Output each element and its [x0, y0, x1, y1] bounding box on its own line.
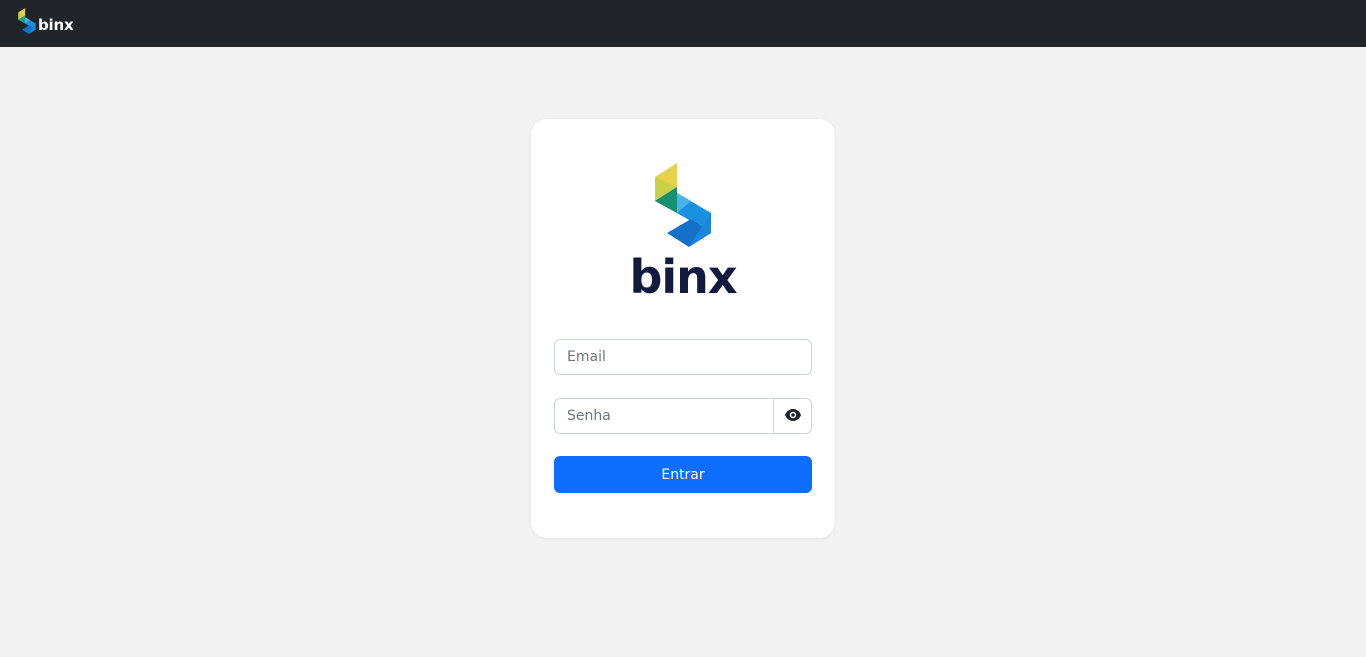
password-group: [554, 398, 812, 434]
login-button[interactable]: Entrar: [554, 456, 812, 493]
binx-logo-icon: [655, 163, 711, 252]
toggle-password-button[interactable]: [774, 398, 812, 434]
password-input[interactable]: [554, 398, 774, 434]
logo-wordmark: binx: [629, 250, 737, 304]
eye-icon: [784, 408, 801, 424]
login-card: binx Entrar: [531, 119, 835, 538]
email-input[interactable]: [554, 339, 812, 375]
navbar-brand-name: binx: [38, 15, 74, 34]
login-logo: binx: [531, 163, 835, 300]
binx-logo-icon: [18, 8, 36, 39]
top-navbar: binx: [0, 0, 1366, 47]
navbar-brand[interactable]: binx: [18, 8, 74, 39]
